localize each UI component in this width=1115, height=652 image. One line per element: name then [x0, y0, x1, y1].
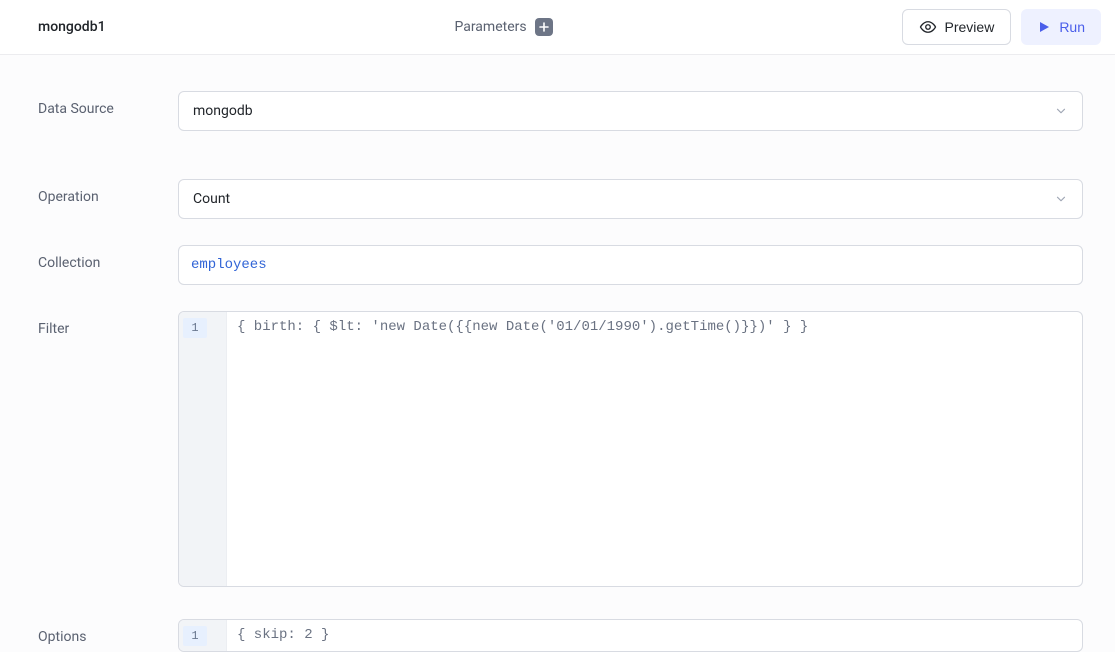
collection-label: Collection [38, 245, 178, 271]
filter-label: Filter [38, 311, 178, 337]
operation-label: Operation [38, 179, 178, 205]
run-button-label: Run [1059, 19, 1085, 35]
collection-value: employees [191, 257, 267, 273]
data-source-select[interactable]: mongodb [178, 91, 1083, 131]
options-gutter: 1 [179, 620, 227, 651]
row-options: Options 1 { skip: 2 } [38, 619, 1083, 652]
plus-icon [539, 22, 549, 32]
preview-button-label: Preview [945, 19, 995, 35]
chevron-down-icon [1054, 104, 1068, 118]
filter-code: { birth: { $lt: 'new Date({{new Date('01… [227, 312, 1082, 586]
form-body: Data Source mongodb Operation Count Coll… [0, 55, 1115, 652]
row-operation: Operation Count [38, 179, 1083, 219]
header-bar: mongodb1 Parameters Preview Run [0, 0, 1115, 55]
options-label: Options [38, 619, 178, 645]
play-icon [1037, 20, 1051, 34]
row-filter: Filter 1 { birth: { $lt: 'new Date({{new… [38, 311, 1083, 587]
preview-button[interactable]: Preview [902, 9, 1012, 45]
chevron-down-icon [1054, 192, 1068, 206]
header-center: Parameters [106, 18, 902, 36]
filter-editor[interactable]: 1 { birth: { $lt: 'new Date({{new Date('… [178, 311, 1083, 587]
query-name[interactable]: mongodb1 [38, 19, 106, 35]
data-source-label: Data Source [38, 91, 178, 117]
parameters-label: Parameters [454, 19, 526, 35]
collection-input[interactable]: employees [178, 245, 1083, 285]
options-code: { skip: 2 } [227, 620, 1082, 651]
options-editor[interactable]: 1 { skip: 2 } [178, 619, 1083, 652]
row-data-source: Data Source mongodb [38, 91, 1083, 131]
row-collection: Collection employees [38, 245, 1083, 285]
line-number: 1 [183, 626, 207, 646]
run-button[interactable]: Run [1021, 9, 1101, 45]
eye-icon [919, 18, 937, 36]
data-source-value: mongodb [193, 103, 253, 119]
line-number: 1 [183, 318, 207, 338]
operation-value: Count [193, 191, 230, 207]
header-actions: Preview Run [902, 9, 1101, 45]
add-parameter-button[interactable] [535, 18, 553, 36]
operation-select[interactable]: Count [178, 179, 1083, 219]
filter-gutter: 1 [179, 312, 227, 586]
